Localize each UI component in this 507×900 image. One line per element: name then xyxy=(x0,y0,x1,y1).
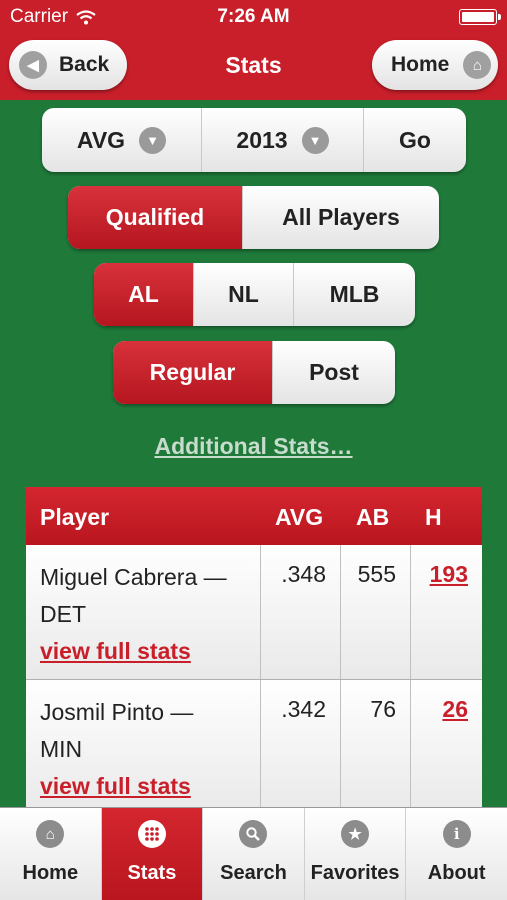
season-type-toggle: Regular Post xyxy=(113,341,395,404)
player-team: DET xyxy=(40,601,86,627)
home-icon: ⌂ xyxy=(463,51,492,79)
avg-cell: .348 xyxy=(261,545,341,679)
go-button-label: Go xyxy=(399,126,431,153)
chevron-down-icon: ▼ xyxy=(301,126,329,154)
go-button[interactable]: Go xyxy=(364,108,466,172)
stat-year-selector: AVG ▼ 2013 ▼ Go xyxy=(42,108,466,172)
hits-link[interactable]: 193 xyxy=(430,561,468,588)
search-icon xyxy=(239,820,268,848)
postseason-option[interactable]: Post xyxy=(273,341,395,404)
grid-icon xyxy=(137,820,166,848)
stats-table: Player AVG AB H Miguel Cabrera — DET vie… xyxy=(26,487,482,815)
tab-bar: ⌂ Home Stats Search ★ Favorites i About xyxy=(0,807,507,900)
player-cell: Miguel Cabrera — DET view full stats xyxy=(26,545,261,679)
qualified-option[interactable]: Qualified xyxy=(68,186,243,249)
stat-select[interactable]: AVG ▼ xyxy=(42,108,202,172)
column-header-player[interactable]: Player xyxy=(40,504,109,531)
home-button[interactable]: Home ⌂ xyxy=(372,40,498,90)
tab-about-label: About xyxy=(427,862,486,884)
avg-value: .342 xyxy=(281,696,326,722)
column-header-h[interactable]: H xyxy=(425,504,442,531)
additional-stats-link[interactable]: Additional Stats… xyxy=(0,433,507,460)
nav-bar: ◀ Back Stats Home ⌂ xyxy=(0,34,507,100)
status-bar: Carrier 7:26 AM xyxy=(0,0,507,34)
tab-favorites[interactable]: ★ Favorites xyxy=(305,808,407,900)
column-header-avg[interactable]: AVG xyxy=(275,504,323,531)
ab-cell: 76 xyxy=(341,680,411,814)
avg-value: .348 xyxy=(281,561,326,587)
tab-stats[interactable]: Stats xyxy=(101,808,204,900)
avg-cell: .342 xyxy=(261,680,341,814)
regular-season-option[interactable]: Regular xyxy=(113,341,273,404)
table-header: Player AVG AB H xyxy=(26,487,482,545)
battery-icon xyxy=(459,9,501,25)
player-name: Miguel Cabrera — xyxy=(40,564,227,590)
h-cell: 193 xyxy=(411,545,482,679)
tab-about[interactable]: i About xyxy=(406,808,507,900)
player-cell: Josmil Pinto — MIN view full stats xyxy=(26,680,261,814)
ab-value: 555 xyxy=(357,561,396,587)
ab-cell: 555 xyxy=(341,545,411,679)
all-players-option[interactable]: All Players xyxy=(243,186,439,249)
tab-home[interactable]: ⌂ Home xyxy=(0,808,102,900)
year-select-value: 2013 xyxy=(236,126,288,153)
player-name: Josmil Pinto — xyxy=(40,699,194,725)
league-al-option[interactable]: AL xyxy=(94,263,194,326)
table-row: Miguel Cabrera — DET view full stats .34… xyxy=(26,545,482,680)
view-full-stats-link[interactable]: view full stats xyxy=(40,768,260,805)
league-toggle: AL NL MLB xyxy=(94,263,415,326)
view-full-stats-link[interactable]: view full stats xyxy=(40,633,260,670)
tab-favorites-label: Favorites xyxy=(310,862,400,884)
tab-stats-label: Stats xyxy=(127,862,177,884)
player-team: MIN xyxy=(40,736,83,762)
search-icon-glyph xyxy=(246,827,261,841)
grid-icon-glyph xyxy=(145,827,159,841)
tab-home-label: Home xyxy=(22,862,79,884)
table-row: Josmil Pinto — MIN view full stats .342 … xyxy=(26,680,482,815)
info-icon: i xyxy=(442,820,471,848)
star-icon: ★ xyxy=(341,820,370,848)
status-time: 7:26 AM xyxy=(217,6,290,27)
player-pool-toggle: Qualified All Players xyxy=(68,186,439,249)
tab-search-label: Search xyxy=(220,862,287,884)
home-icon: ⌂ xyxy=(36,820,65,848)
stat-select-value: AVG xyxy=(76,126,126,153)
home-button-label: Home xyxy=(391,53,450,76)
league-nl-option[interactable]: NL xyxy=(194,263,294,326)
chevron-down-icon: ▼ xyxy=(139,126,167,154)
hits-link[interactable]: 26 xyxy=(442,696,468,723)
ab-value: 76 xyxy=(370,696,396,722)
tab-search[interactable]: Search xyxy=(203,808,305,900)
column-header-ab[interactable]: AB xyxy=(356,504,389,531)
year-select[interactable]: 2013 ▼ xyxy=(202,108,364,172)
league-mlb-option[interactable]: MLB xyxy=(294,263,415,326)
h-cell: 26 xyxy=(411,680,482,814)
